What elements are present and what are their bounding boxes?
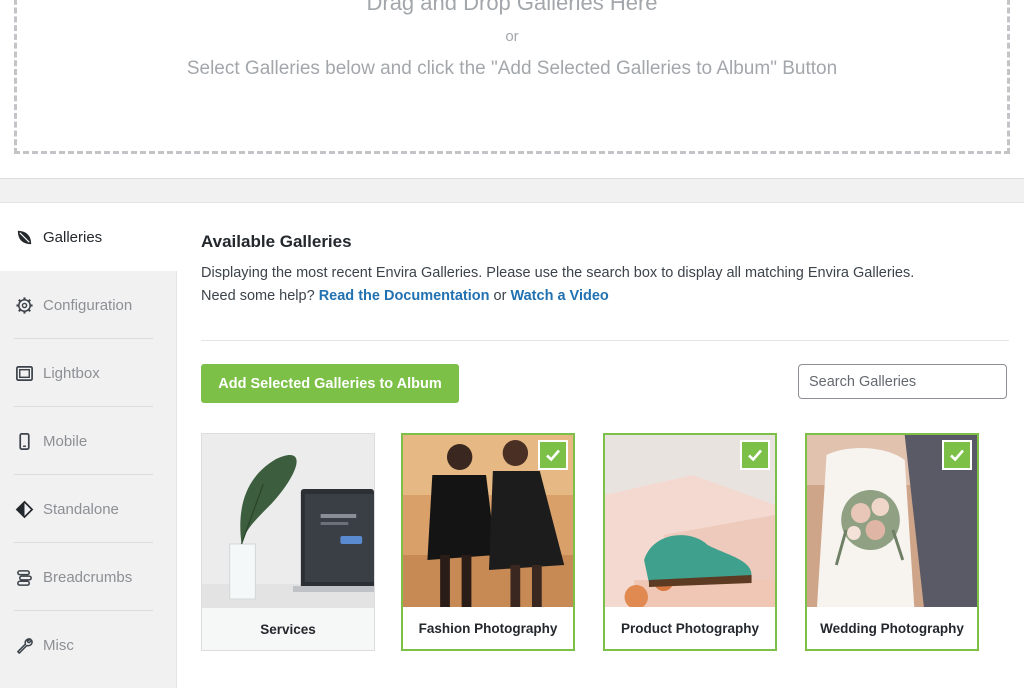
leaf-icon	[14, 227, 34, 247]
help-prefix: Need some help?	[201, 288, 315, 304]
panel-title: Available Galleries	[201, 232, 352, 251]
sidebar-item-label: Lightbox	[43, 364, 100, 382]
gallery-title: Fashion Photography	[403, 607, 573, 649]
help-or: or	[493, 288, 507, 304]
selected-check-icon	[538, 440, 568, 470]
sidebar-item-configuration[interactable]: Configuration	[0, 271, 177, 339]
sidebar-item-misc[interactable]: Misc	[0, 611, 177, 679]
sidebar-item-label: Standalone	[43, 500, 119, 518]
description-text: Displaying the most recent Envira Galler…	[201, 265, 915, 281]
drop-zone-or: or	[505, 28, 519, 45]
gear-icon	[14, 295, 34, 315]
sidebar-item-label: Breadcrumbs	[43, 568, 133, 586]
sidebar-item-label: Configuration	[43, 296, 133, 314]
add-selected-galleries-button[interactable]: Add Selected Galleries to Album	[201, 364, 459, 403]
sidebar-item-label: Mobile	[43, 432, 88, 450]
gallery-title: Wedding Photography	[807, 607, 977, 649]
sidebar-item-lightbox[interactable]: Lightbox	[0, 339, 177, 407]
gallery-thumbnail	[202, 434, 374, 609]
section-divider	[0, 178, 1024, 203]
selected-check-icon	[740, 440, 770, 470]
mobile-icon	[14, 431, 34, 451]
sidebar-item-standalone[interactable]: Standalone	[0, 475, 177, 543]
watch-video-link[interactable]: Watch a Video	[510, 288, 608, 304]
wrench-icon	[14, 635, 34, 655]
settings-sidebar: Galleries Configuration Lightbox Mobile …	[0, 203, 178, 688]
selected-check-icon	[942, 440, 972, 470]
diamond-icon	[14, 499, 34, 519]
panel-description: Displaying the most recent Envira Galler…	[201, 262, 1001, 308]
gallery-title: Services	[202, 608, 374, 650]
gallery-card-wedding-photography[interactable]: Wedding Photography	[805, 433, 979, 651]
drop-zone-title: Drag and Drop Galleries Here	[366, 0, 658, 15]
galleries-panel: Available Galleries Displaying the most …	[177, 203, 1024, 688]
search-galleries-input[interactable]	[798, 364, 1007, 399]
gallery-title: Product Photography	[605, 607, 775, 649]
sidebar-item-breadcrumbs[interactable]: Breadcrumbs	[0, 543, 177, 611]
sidebar-item-galleries[interactable]: Galleries	[0, 203, 178, 271]
sidebar-item-label: Galleries	[43, 228, 103, 246]
sidebar-item-mobile[interactable]: Mobile	[0, 407, 177, 475]
documentation-link[interactable]: Read the Documentation	[319, 288, 490, 304]
gallery-drop-zone[interactable]: Drag and Drop Galleries Here or Select G…	[14, 0, 1010, 154]
gallery-card-product-photography[interactable]: Product Photography	[603, 433, 777, 651]
sidebar-item-label: Misc	[43, 636, 74, 654]
panel-divider	[201, 340, 1009, 341]
help-line: Need some help? Read the Documentation o…	[201, 285, 1001, 308]
breadcrumbs-icon	[14, 567, 34, 587]
gallery-card-services[interactable]: Services	[201, 433, 375, 651]
gallery-card-fashion-photography[interactable]: Fashion Photography	[401, 433, 575, 651]
lightbox-icon	[14, 363, 34, 383]
drop-zone-instructions: Select Galleries below and click the "Ad…	[186, 58, 838, 79]
